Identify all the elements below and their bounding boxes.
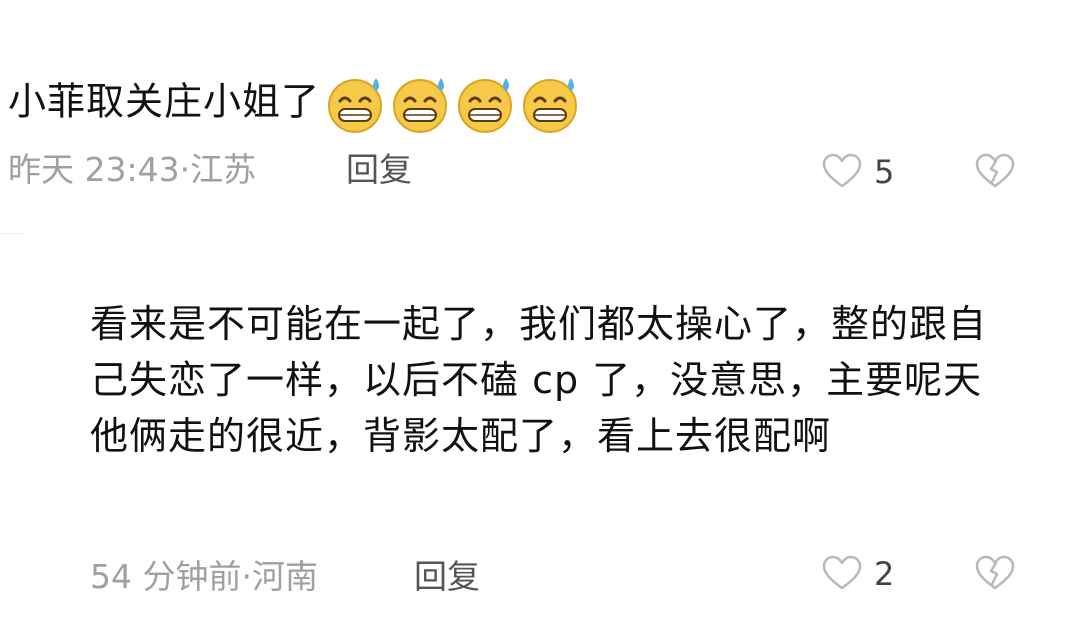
sweat-grin-icon: [523, 78, 578, 133]
comment-1-reply-button[interactable]: 回复: [346, 150, 412, 190]
comment-2-like-count: 2: [874, 555, 895, 593]
comment-1-dislike-icon[interactable]: [975, 153, 1015, 189]
comment-1-like-icon[interactable]: [822, 153, 862, 189]
comment-1-like-count: 5: [874, 153, 895, 191]
comment-2-timestamp: 54 分钟前·河南: [90, 557, 318, 596]
sweat-grin-icon: [458, 78, 513, 133]
comment-2-body: 看来是不可能在一起了，我们都太操心了，整的跟自己失恋了一样，以后不磕 cp 了，…: [90, 302, 988, 458]
comment-1-emojis: [326, 74, 586, 134]
comment-2-reply-button[interactable]: 回复: [414, 557, 480, 597]
sweat-grin-icon: [328, 78, 383, 133]
divider: [0, 233, 26, 234]
comment-1-timestamp: 昨天 23:43·江苏: [8, 150, 257, 189]
comment-2-like-icon[interactable]: [822, 555, 862, 591]
comment-1-text: 小菲取关庄小姐了: [8, 74, 586, 134]
comment-2-dislike-icon[interactable]: [975, 555, 1015, 591]
sweat-grin-icon: [393, 78, 448, 133]
comment-1-body: 小菲取关庄小姐了: [8, 79, 321, 124]
